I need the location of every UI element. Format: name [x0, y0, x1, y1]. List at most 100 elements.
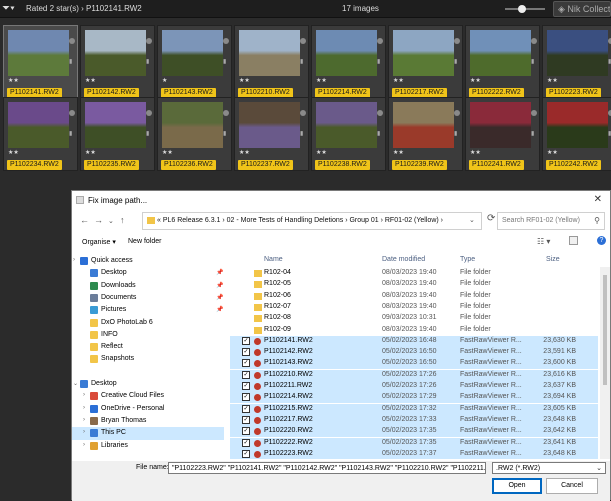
nav-item[interactable]: Downloads 📌 [72, 280, 224, 293]
nav-item[interactable]: ⌄ Desktop [72, 378, 224, 391]
nav-item[interactable]: Reflect [72, 341, 224, 354]
tag-dot-icon[interactable] [454, 110, 460, 116]
new-folder-button[interactable]: New folder [128, 238, 161, 245]
list-item[interactable]: ✓ P1102143.RW2 05/02/2023 16:50 FastRawView… [230, 358, 598, 370]
thumbnail-size-slider-knob[interactable] [518, 5, 526, 13]
star-rating[interactable]: ★★ [8, 150, 19, 156]
refresh-icon[interactable]: ⟳ [487, 213, 495, 224]
row-checkbox[interactable]: ✓ [242, 449, 250, 458]
thumbnail[interactable]: ▮ ★★ P1102237.RW2 [234, 97, 309, 171]
list-item[interactable]: R102-04 08/03/2023 19:40 File folder [230, 268, 598, 279]
nav-item[interactable]: › This PC [72, 427, 224, 441]
view-options-icon[interactable]: ☷ ▾ [537, 237, 550, 246]
flag-icon[interactable]: ▮ [454, 58, 457, 68]
thumbnail[interactable]: ▮ ★ P1102143.RW2 [157, 25, 232, 99]
nav-item[interactable]: › Creative Cloud Files [72, 390, 224, 403]
tag-dot-icon[interactable] [531, 110, 537, 116]
star-rating[interactable]: ★★ [8, 78, 19, 84]
row-checkbox[interactable]: ✓ [242, 415, 250, 424]
chevron-icon[interactable]: ⌄ [73, 380, 78, 387]
list-item[interactable]: ✓ P1102214.RW2 05/02/2023 17:29 FastRawView… [230, 392, 598, 404]
flag-icon[interactable]: ▮ [377, 130, 380, 140]
preview-pane-icon[interactable] [569, 236, 578, 245]
row-checkbox[interactable]: ✓ [242, 382, 250, 390]
flag-icon[interactable]: ▮ [300, 130, 303, 140]
nav-item[interactable]: DxO PhotoLab 6 [72, 317, 224, 330]
thumbnail[interactable]: ▮ ★★ P1102234.RW2 [3, 97, 78, 171]
list-item[interactable]: ✓ P1102217.RW2 05/02/2023 17:33 FastRawView… [230, 414, 598, 426]
thumbnail[interactable]: ▮ ★★ P1102214.RW2 [311, 25, 386, 99]
nav-item[interactable]: Snapshots [72, 353, 224, 366]
list-item[interactable]: ✓ P1102223.RW2 05/02/2023 17:37 FastRawView… [230, 448, 598, 459]
close-icon[interactable]: ✕ [594, 194, 602, 205]
nav-item[interactable]: INFO [72, 329, 224, 342]
thumbnail[interactable]: ▮ ★★ P1102236.RW2 [157, 97, 232, 171]
tag-dot-icon[interactable] [300, 38, 306, 44]
flag-icon[interactable]: ▮ [531, 130, 534, 140]
tag-dot-icon[interactable] [531, 38, 537, 44]
column-header-type[interactable]: Type [460, 256, 475, 263]
tag-dot-icon[interactable] [454, 38, 460, 44]
flag-icon[interactable]: ▮ [300, 58, 303, 68]
column-header-size[interactable]: Size [546, 256, 560, 263]
list-item[interactable]: R102-05 08/03/2023 19:40 File folder [230, 279, 598, 290]
flag-icon[interactable]: ▮ [454, 130, 457, 140]
star-rating[interactable]: ★★ [162, 150, 173, 156]
up-arrow-icon[interactable]: ↑ [120, 215, 125, 225]
list-item[interactable]: R102-08 09/03/2023 10:31 File folder [230, 313, 598, 324]
flag-icon[interactable]: ▮ [69, 58, 72, 68]
organise-button[interactable]: Organise ▾ [82, 238, 116, 246]
file-type-select[interactable]: .RW2 (*.RW2) ⌄ [492, 462, 606, 474]
thumbnail[interactable]: ▮ ★★ P1102239.RW2 [388, 97, 463, 171]
nav-item[interactable]: Pictures 📌 [72, 304, 224, 317]
star-rating[interactable]: ★★ [470, 150, 481, 156]
thumbnail[interactable]: ▮ ★★ P1102238.RW2 [311, 97, 386, 171]
nav-item[interactable]: › Quick access [72, 255, 224, 268]
star-rating[interactable]: ★ [162, 78, 167, 84]
tag-dot-icon[interactable] [146, 110, 152, 116]
star-rating[interactable]: ★★ [85, 78, 96, 84]
thumbnail[interactable]: ▮ ★★ P1102141.RW2 [3, 25, 78, 99]
row-checkbox[interactable]: ✓ [242, 393, 250, 402]
list-item[interactable]: ✓ P1102220.RW2 05/02/2023 17:35 FastRawView… [230, 426, 598, 438]
flag-icon[interactable]: ▮ [223, 58, 226, 68]
tag-dot-icon[interactable] [223, 38, 229, 44]
address-bar[interactable]: « PL6 Release 6.3.1 › 02 - More Tests of… [142, 212, 482, 230]
nav-item[interactable]: › OneDrive - Personal [72, 403, 224, 416]
star-rating[interactable]: ★★ [239, 150, 250, 156]
flag-icon[interactable]: ▮ [69, 130, 72, 140]
cancel-button[interactable]: Cancel [546, 478, 598, 494]
star-rating[interactable]: ★★ [470, 78, 481, 84]
tag-dot-icon[interactable] [377, 110, 383, 116]
flag-icon[interactable]: ▮ [531, 58, 534, 68]
thumbnail[interactable]: ▮ ★★ P1102235.RW2 [80, 97, 155, 171]
list-item[interactable]: R102-07 08/03/2023 19:40 File folder [230, 302, 598, 313]
list-item[interactable]: ✓ P1102142.RW2 05/02/2023 16:50 FastRawView… [230, 347, 598, 359]
list-item[interactable]: R102-06 08/03/2023 19:40 File folder [230, 291, 598, 302]
list-item[interactable]: R102-09 08/03/2023 19:40 File folder [230, 325, 598, 336]
tag-dot-icon[interactable] [69, 110, 75, 116]
list-item[interactable]: ✓ P1102215.RW2 05/02/2023 17:32 FastRawView… [230, 403, 598, 415]
tag-dot-icon[interactable] [223, 110, 229, 116]
file-list-vertical-scrollbar[interactable] [600, 267, 610, 459]
thumbnail[interactable]: ▮ ★★ P1102222.RW2 [465, 25, 540, 99]
list-item[interactable]: ✓ P1102141.RW2 05/02/2023 16:48 FastRawView… [230, 335, 598, 347]
tag-dot-icon[interactable] [146, 38, 152, 44]
thumbnail[interactable]: ▮ ★★ P1102242.RW2 [542, 97, 611, 171]
flag-icon[interactable]: ▮ [223, 130, 226, 140]
nav-item[interactable]: Desktop 📌 [72, 267, 224, 280]
tag-dot-icon[interactable] [377, 38, 383, 44]
column-header-date[interactable]: Date modified [382, 256, 425, 263]
list-item[interactable]: ✓ P1102211.RW2 05/02/2023 17:26 FastRawView… [230, 381, 598, 392]
star-rating[interactable]: ★★ [316, 78, 327, 84]
chevron-icon[interactable]: › [83, 429, 85, 435]
nik-collection-button[interactable]: ◈ Nik Collection [553, 1, 611, 17]
column-header-name[interactable]: Name [264, 256, 283, 263]
file-name-field[interactable]: "P1102223.RW2" "P1102141.RW2" "P1102142.… [168, 462, 486, 474]
tag-dot-icon[interactable] [300, 110, 306, 116]
star-rating[interactable]: ★★ [547, 78, 558, 84]
list-item[interactable]: ✓ P1102222.RW2 05/02/2023 17:35 FastRawView… [230, 437, 598, 449]
back-arrow-icon[interactable]: ← [80, 215, 89, 225]
tag-dot-icon[interactable] [69, 38, 75, 44]
chevron-icon[interactable]: › [83, 442, 85, 448]
